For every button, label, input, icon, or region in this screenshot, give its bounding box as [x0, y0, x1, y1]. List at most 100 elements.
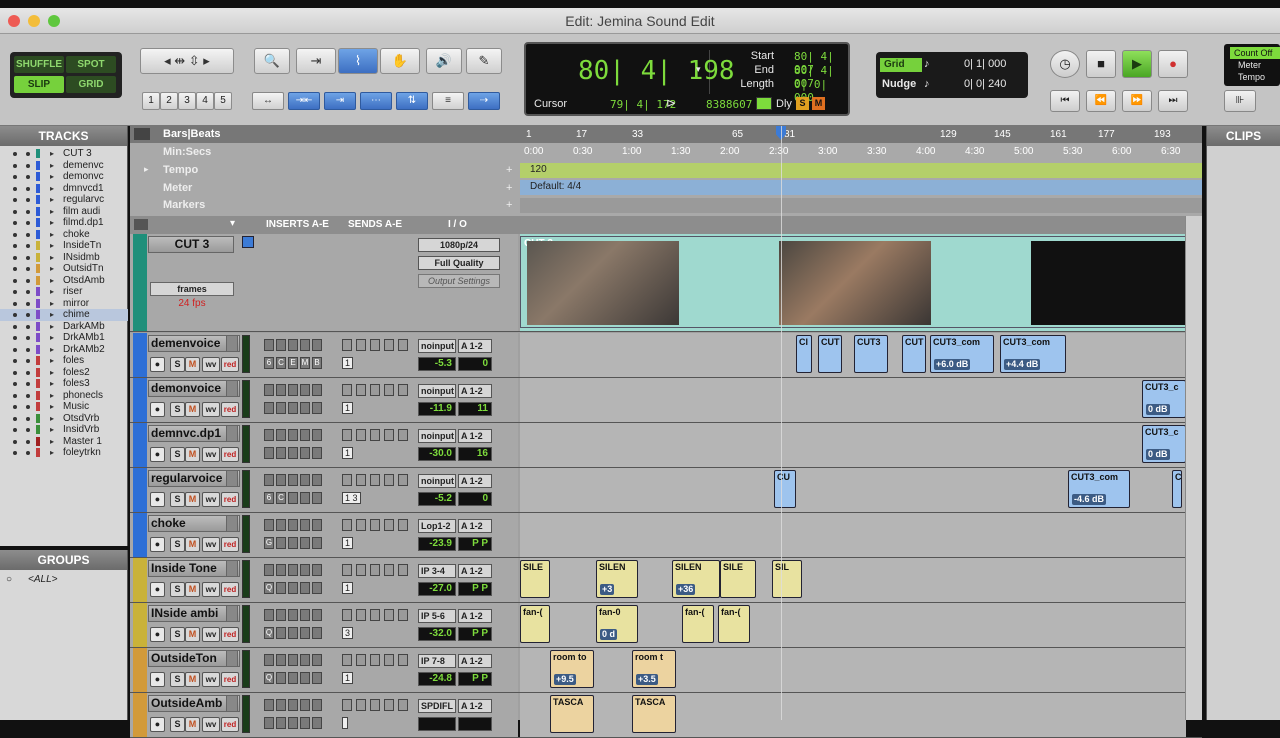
- insert-slot[interactable]: [288, 627, 298, 639]
- track-list-item[interactable]: ▸ mirror: [0, 298, 128, 310]
- insert-slot-top[interactable]: [276, 384, 286, 396]
- mute-button[interactable]: M: [185, 537, 200, 552]
- min-secs-ruler-label[interactable]: Min:Secs: [163, 146, 211, 158]
- insert-slot[interactable]: [276, 627, 286, 639]
- chevron-down-icon[interactable]: [226, 380, 238, 397]
- show-hide-dot-icon[interactable]: [13, 324, 17, 329]
- send-slot-top[interactable]: [370, 609, 380, 621]
- nudge-value[interactable]: 0| 0| 240: [964, 78, 1006, 90]
- send-slot-top[interactable]: [356, 429, 366, 441]
- insert-slot-top[interactable]: [276, 339, 286, 351]
- grabber-tool-icon[interactable]: ✋: [380, 48, 420, 74]
- send-slot-top[interactable]: [356, 474, 366, 486]
- send-slot-top[interactable]: [370, 429, 380, 441]
- vertical-scrollbar[interactable]: [1185, 216, 1202, 720]
- meter-value[interactable]: Default: 4/4: [530, 181, 581, 192]
- insert-slot[interactable]: B: [312, 357, 322, 369]
- groups-panel-header[interactable]: GROUPS: [0, 550, 127, 570]
- send-slot-top[interactable]: [356, 564, 366, 576]
- mute-indicator[interactable]: M: [812, 97, 825, 110]
- track-list-item[interactable]: ▸ foles3: [0, 378, 128, 390]
- send-slot-top[interactable]: [356, 699, 366, 711]
- output-selector[interactable]: A 1-2: [458, 564, 492, 578]
- zoom-preset-4[interactable]: 4: [196, 92, 214, 110]
- insert-slot-top[interactable]: [276, 654, 286, 666]
- track-list-item[interactable]: ▸ DrkAMb2: [0, 344, 128, 356]
- insertion-follows-icon[interactable]: ⇅: [396, 92, 428, 110]
- track-list-item[interactable]: ▸ INsidmb: [0, 252, 128, 264]
- output-selector[interactable]: A 1-2: [458, 609, 492, 623]
- insert-slot-top[interactable]: [264, 699, 274, 711]
- playlist-view-selector[interactable]: wv: [202, 717, 220, 732]
- view-menu-icon[interactable]: [134, 219, 148, 230]
- insert-slot[interactable]: [288, 582, 298, 594]
- audio-clip[interactable]: SILE: [520, 560, 550, 598]
- send-slot-top[interactable]: [342, 564, 352, 576]
- chevron-down-icon[interactable]: [226, 650, 238, 667]
- insert-slot[interactable]: 6: [264, 492, 274, 504]
- mute-button[interactable]: M: [185, 402, 200, 417]
- playlist-view-selector[interactable]: wv: [202, 672, 220, 687]
- insert-slot[interactable]: [300, 672, 310, 684]
- insert-slot-top[interactable]: [288, 564, 298, 576]
- insert-slot-top[interactable]: [264, 339, 274, 351]
- insert-slot-top[interactable]: [300, 609, 310, 621]
- track-list-item[interactable]: ▸ DrkAMb1: [0, 332, 128, 344]
- send-slot-top[interactable]: [384, 339, 394, 351]
- solo-button[interactable]: S: [170, 537, 185, 552]
- insert-slot[interactable]: G: [264, 537, 274, 549]
- show-hide-dot-icon[interactable]: [13, 313, 17, 317]
- insert-slot[interactable]: [300, 447, 310, 459]
- main-counter-value[interactable]: 80| 4| 198: [578, 56, 735, 86]
- track-list-item[interactable]: ▸ phonecls: [0, 390, 128, 402]
- volume-value[interactable]: -27.0: [418, 582, 456, 596]
- input-selector[interactable]: SPDIFL: [418, 699, 456, 713]
- play-button-icon[interactable]: ▶: [1122, 50, 1152, 78]
- zoom-preset-2[interactable]: 2: [160, 92, 178, 110]
- track-list-item[interactable]: ▸ riser: [0, 286, 128, 298]
- output-selector[interactable]: A 1-2: [458, 474, 492, 488]
- go-to-end-icon[interactable]: ⏭: [1158, 90, 1188, 112]
- clip-gain[interactable]: +36: [676, 584, 696, 595]
- audio-clip[interactable]: TASCA: [632, 695, 676, 733]
- audio-clip[interactable]: CU: [774, 470, 796, 508]
- send-slot-top[interactable]: [356, 654, 366, 666]
- playlist-view-selector[interactable]: wv: [202, 357, 220, 372]
- selector-tool-icon[interactable]: ⌇: [338, 48, 378, 74]
- insert-slot-top[interactable]: [264, 474, 274, 486]
- send-slot-top[interactable]: [370, 654, 380, 666]
- send-slot-top[interactable]: [342, 609, 352, 621]
- video-online-icon[interactable]: [242, 236, 254, 248]
- show-hide-dot-icon[interactable]: [13, 278, 17, 283]
- audio-clip[interactable]: fan-(: [682, 605, 714, 643]
- insert-slot-top[interactable]: [288, 384, 298, 396]
- chevron-down-icon[interactable]: [226, 425, 238, 442]
- insert-slot[interactable]: [300, 717, 310, 729]
- send-slot-top[interactable]: [384, 429, 394, 441]
- count-off-toggle[interactable]: Count Off: [1230, 47, 1280, 59]
- input-selector[interactable]: IP 7-8: [418, 654, 456, 668]
- audio-clip[interactable]: SIL: [772, 560, 802, 598]
- zoom-preset-3[interactable]: 3: [178, 92, 196, 110]
- send-slot[interactable]: [342, 717, 348, 729]
- insert-slot[interactable]: [276, 717, 286, 729]
- pan-value[interactable]: [458, 717, 492, 731]
- insert-slot[interactable]: [288, 402, 298, 414]
- add-meter-icon[interactable]: +: [506, 182, 512, 194]
- ruler-menu-icon[interactable]: [134, 128, 150, 140]
- insert-slot[interactable]: [300, 582, 310, 594]
- insert-slot-top[interactable]: [312, 339, 322, 351]
- send-slot-top[interactable]: [342, 339, 352, 351]
- show-hide-dot-icon[interactable]: [13, 290, 17, 294]
- track-list-item[interactable]: ▸ Master 1: [0, 436, 128, 448]
- send-slot-top[interactable]: [342, 429, 352, 441]
- output-selector[interactable]: A 1-2: [458, 339, 492, 353]
- send-slot-top[interactable]: [384, 519, 394, 531]
- insert-slot-top[interactable]: [312, 609, 322, 621]
- send-slot-top[interactable]: [398, 699, 408, 711]
- expand-triangle-icon[interactable]: ▸: [144, 164, 149, 175]
- insert-slot[interactable]: [264, 447, 274, 459]
- output-selector[interactable]: A 1-2: [458, 654, 492, 668]
- audio-clip[interactable]: CUT: [818, 335, 842, 373]
- meter-label[interactable]: Meter: [1238, 60, 1261, 70]
